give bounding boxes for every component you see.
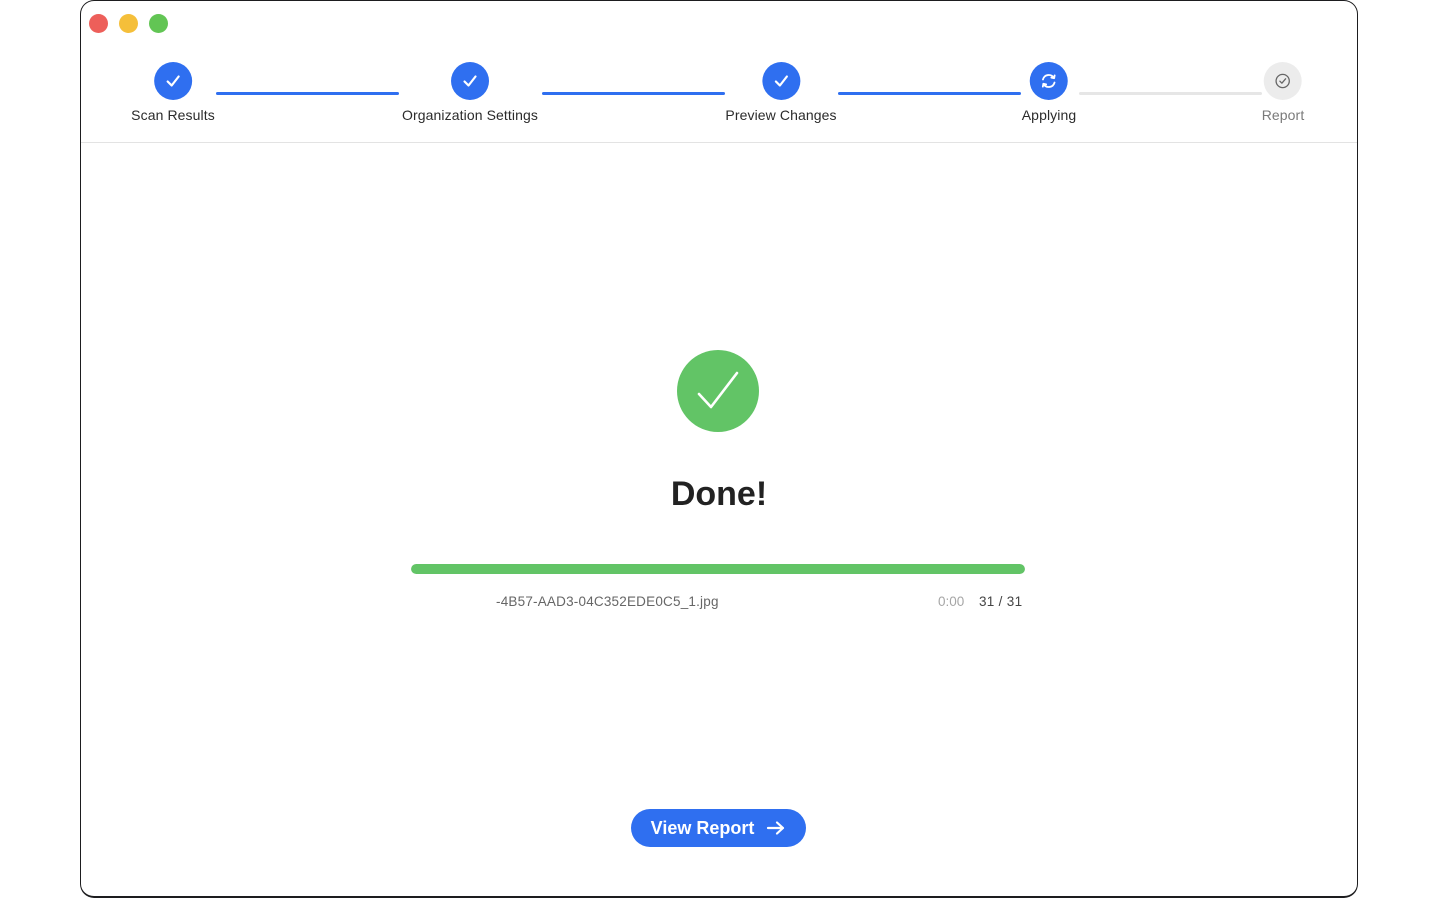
checkmark-icon (697, 371, 739, 409)
check-circle-icon (1275, 73, 1291, 89)
step-preview-changes: Preview Changes (725, 62, 837, 123)
header-divider (81, 142, 1357, 143)
step-applying: Applying (1022, 62, 1077, 123)
step-label: Applying (1021, 107, 1077, 123)
checkmark-icon (463, 75, 477, 87)
arrow-right-icon (767, 821, 785, 835)
desktop: Scan Results Organization Settings Previ… (0, 0, 1440, 900)
status-title: Done! (670, 475, 768, 513)
file-count: 31 / 31 (979, 594, 1023, 609)
checkmark-icon (774, 75, 788, 87)
checkmark-icon (166, 75, 180, 87)
step-label: Preview Changes (725, 107, 837, 123)
success-check-icon (677, 350, 759, 432)
sync-icon (1042, 74, 1056, 88)
step-report-indicator (1264, 62, 1302, 100)
view-report-label: View Report (650, 817, 755, 838)
close-window-button[interactable] (89, 14, 108, 33)
elapsed-time: 0:00 (938, 594, 965, 609)
step-organization-settings-indicator (451, 62, 489, 100)
step-report: Report (1262, 62, 1305, 123)
window-controls (89, 14, 168, 33)
progress-bar-fill (411, 564, 1025, 574)
step-organization-settings: Organization Settings (402, 62, 538, 123)
maximize-window-button[interactable] (149, 14, 168, 33)
step-label: Report (1261, 107, 1305, 123)
step-applying-indicator (1029, 62, 1068, 100)
step-label: Scan Results (131, 107, 215, 123)
step-label: Organization Settings (402, 107, 538, 123)
view-report-button[interactable]: View Report (631, 809, 806, 847)
step-preview-changes-indicator (761, 62, 800, 100)
current-filename: -4B57-AAD3-04C352EDE0C5_1.jpg (496, 594, 719, 609)
progress-stepper: Scan Results Organization Settings Previ… (81, 62, 1357, 142)
app-window: Scan Results Organization Settings Previ… (80, 0, 1358, 898)
step-scan-results: Scan Results (131, 62, 215, 123)
minimize-window-button[interactable] (119, 14, 138, 33)
progress-bar (411, 564, 1025, 574)
step-scan-results-indicator (154, 62, 192, 100)
